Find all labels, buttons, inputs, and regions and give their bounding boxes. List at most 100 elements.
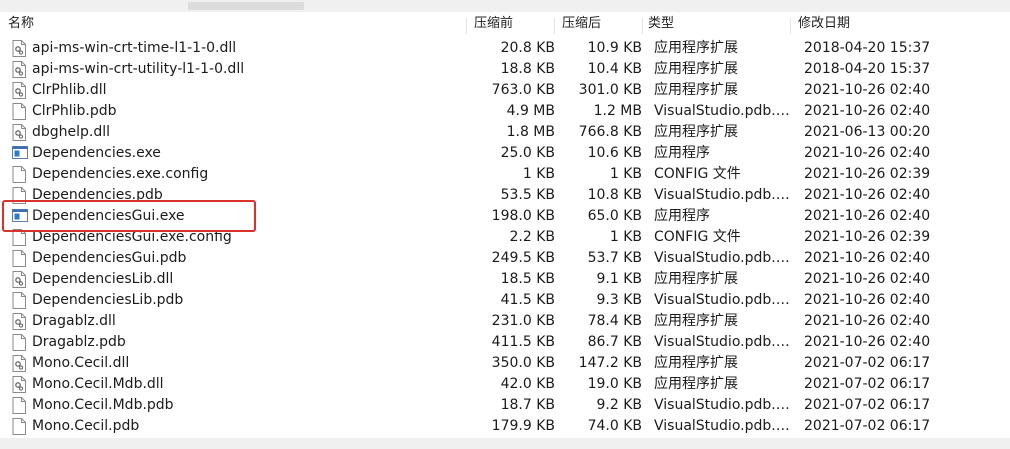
- file-name: ClrPhlib.dll: [32, 82, 107, 98]
- dll-icon: [12, 124, 26, 141]
- file-icon: [12, 250, 26, 267]
- file-type: VisualStudio.pdb.d...: [654, 292, 794, 308]
- file-packed-size: 86.7 KB: [587, 334, 642, 350]
- file-packed-size: 147.2 KB: [578, 355, 642, 371]
- file-compressed-size: 763.0 KB: [491, 82, 555, 98]
- file-type: CONFIG 文件: [654, 229, 741, 245]
- file-packed-size: 10.4 KB: [587, 61, 642, 77]
- column-name-header[interactable]: 名称: [8, 12, 34, 36]
- file-type: 应用程序: [654, 208, 710, 224]
- file-packed-size: 10.9 KB: [587, 40, 642, 56]
- file-name: DependenciesLib.dll: [32, 271, 174, 287]
- table-row[interactable]: dbghelp.dll 1.8 MB 766.8 KB 应用程序扩展 2021-06-1…: [0, 122, 1010, 143]
- file-modified-date: 2021-10-26 02:40: [804, 271, 931, 287]
- file-type: CONFIG 文件: [654, 166, 741, 182]
- file-modified-date: 2018-04-20 15:37: [804, 61, 931, 77]
- table-row[interactable]: Dependencies.exe.config 1 KB 1 KB CONFIG 文件…: [0, 164, 1010, 185]
- exe-icon: [12, 145, 28, 162]
- column-type-header[interactable]: 类型: [648, 12, 674, 36]
- table-row[interactable]: Mono.Cecil.dll 350.0 KB 147.2 KB 应用程序扩展 2021…: [0, 353, 1010, 374]
- file-type: VisualStudio.pdb.d...: [654, 397, 794, 413]
- file-modified-date: 2021-10-26 02:40: [804, 334, 931, 350]
- table-row[interactable]: api-ms-win-crt-time-l1-1-0.dll 20.8 KB 10.…: [0, 38, 1010, 59]
- file-compressed-size: 2.2 KB: [509, 229, 556, 245]
- file-modified-date: 2021-10-26 02:39: [804, 166, 931, 182]
- file-modified-date: 2021-07-02 06:17: [804, 355, 931, 371]
- file-compressed-size: 4.9 MB: [506, 103, 555, 119]
- file-compressed-size: 231.0 KB: [491, 313, 555, 329]
- table-row[interactable]: Mono.Cecil.Mdb.dll 42.0 KB 19.0 KB 应用程序扩展 20…: [0, 374, 1010, 395]
- table-row[interactable]: Dragablz.dll 231.0 KB 78.4 KB 应用程序扩展 2021-10…: [0, 311, 1010, 332]
- file-modified-date: 2021-10-26 02:40: [804, 208, 931, 224]
- column-packed-header[interactable]: 压缩后: [562, 12, 601, 36]
- file-modified-date: 2021-07-02 06:17: [804, 397, 931, 413]
- file-name: Mono.Cecil.Mdb.pdb: [32, 397, 174, 413]
- file-icon: [12, 397, 26, 414]
- file-packed-size: 78.4 KB: [587, 313, 642, 329]
- table-row[interactable]: Dependencies.exe 25.0 KB 10.6 KB 应用程序 2021-1…: [0, 143, 1010, 164]
- column-divider[interactable]: [790, 18, 791, 34]
- file-type: 应用程序扩展: [654, 313, 738, 329]
- column-divider[interactable]: [466, 18, 467, 34]
- file-modified-date: 2021-10-26 02:40: [804, 313, 931, 329]
- file-type: VisualStudio.pdb.d...: [654, 334, 794, 350]
- bottom-scrollbar[interactable]: [0, 438, 1010, 449]
- file-icon: [12, 166, 26, 183]
- dll-icon: [12, 376, 26, 393]
- file-packed-size: 65.0 KB: [587, 208, 642, 224]
- table-row[interactable]: Mono.Cecil.Mdb.pdb 18.7 KB 9.2 KB VisualStu…: [0, 395, 1010, 416]
- file-compressed-size: 18.7 KB: [500, 397, 555, 413]
- file-type: 应用程序扩展: [654, 40, 738, 56]
- horizontal-scrollbar[interactable]: [0, 0, 1010, 12]
- file-name: DependenciesGui.pdb: [32, 250, 187, 266]
- column-compressed-header[interactable]: 压缩前: [474, 12, 513, 36]
- file-type: 应用程序: [654, 145, 710, 161]
- file-packed-size: 9.1 KB: [596, 271, 643, 287]
- column-divider[interactable]: [642, 18, 643, 34]
- file-modified-date: 2021-10-26 02:40: [804, 292, 931, 308]
- file-compressed-size: 18.5 KB: [500, 271, 555, 287]
- file-compressed-size: 53.5 KB: [500, 187, 555, 203]
- file-compressed-size: 1.8 MB: [506, 124, 555, 140]
- highlight-box: [2, 200, 256, 232]
- file-compressed-size: 179.9 KB: [491, 418, 555, 434]
- file-icon: [12, 292, 26, 309]
- file-packed-size: 301.0 KB: [578, 82, 642, 98]
- file-modified-date: 2021-07-02 06:17: [804, 376, 931, 392]
- table-row[interactable]: api-ms-win-crt-utility-l1-1-0.dll 18.8 KB…: [0, 59, 1010, 80]
- file-icon: [12, 334, 26, 351]
- table-row[interactable]: DependenciesGui.pdb 249.5 KB 53.7 KB Visual…: [0, 248, 1010, 269]
- file-compressed-size: 1 KB: [522, 166, 555, 182]
- file-packed-size: 1 KB: [609, 229, 642, 245]
- file-modified-date: 2021-10-26 02:40: [804, 145, 931, 161]
- dll-icon: [12, 82, 26, 99]
- column-divider[interactable]: [554, 18, 555, 34]
- table-row[interactable]: DependenciesLib.dll 18.5 KB 9.1 KB 应用程序扩展 20…: [0, 269, 1010, 290]
- file-type: VisualStudio.pdb.d...: [654, 418, 794, 434]
- file-modified-date: 2021-10-26 02:40: [804, 187, 931, 203]
- file-modified-date: 2021-07-02 06:17: [804, 418, 931, 434]
- file-modified-date: 2021-06-13 00:20: [804, 124, 931, 140]
- file-type: 应用程序扩展: [654, 124, 738, 140]
- file-packed-size: 10.6 KB: [587, 145, 642, 161]
- table-row[interactable]: ClrPhlib.dll 763.0 KB 301.0 KB 应用程序扩展 2021-1…: [0, 80, 1010, 101]
- dll-icon: [12, 313, 26, 330]
- file-name: ClrPhlib.pdb: [32, 103, 117, 119]
- file-compressed-size: 42.0 KB: [500, 376, 555, 392]
- file-type: VisualStudio.pdb.d...: [654, 250, 794, 266]
- dll-icon: [12, 271, 26, 288]
- file-packed-size: 766.8 KB: [578, 124, 642, 140]
- file-packed-size: 19.0 KB: [587, 376, 642, 392]
- table-row[interactable]: Dragablz.pdb 411.5 KB 86.7 KB VisualStudio.…: [0, 332, 1010, 353]
- file-compressed-size: 249.5 KB: [491, 250, 555, 266]
- table-row[interactable]: ClrPhlib.pdb 4.9 MB 1.2 MB VisualStudio.pdb…: [0, 101, 1010, 122]
- table-row[interactable]: DependenciesLib.pdb 41.5 KB 9.3 KB VisualSt…: [0, 290, 1010, 311]
- file-packed-size: 53.7 KB: [587, 250, 642, 266]
- file-modified-date: 2021-10-26 02:39: [804, 229, 931, 245]
- file-name: dbghelp.dll: [32, 124, 111, 140]
- file-compressed-size: 20.8 KB: [500, 40, 555, 56]
- column-modified-header[interactable]: 修改日期: [798, 12, 850, 36]
- file-name: DependenciesLib.pdb: [32, 292, 184, 308]
- table-row[interactable]: Mono.Cecil.pdb 179.9 KB 74.0 KB VisualStudi…: [0, 416, 1010, 437]
- scrollbar-thumb[interactable]: [188, 2, 304, 10]
